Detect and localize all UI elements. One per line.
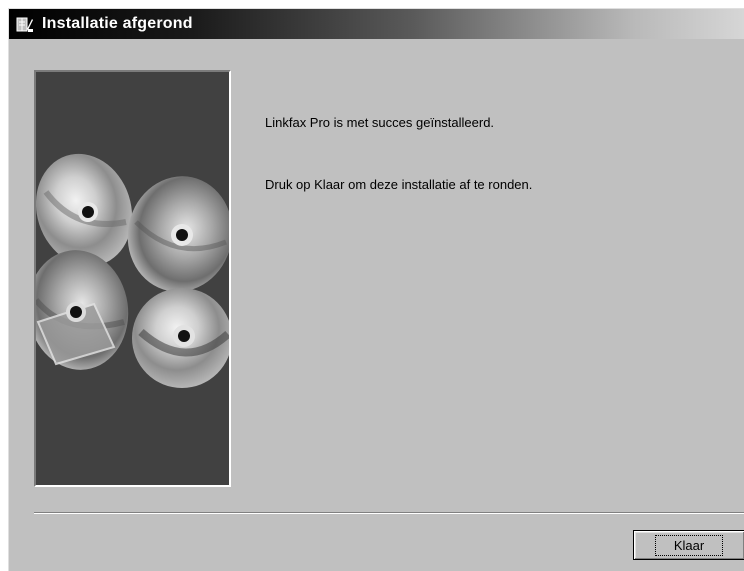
finish-instruction-message: Druk op Klaar om deze installatie af te …: [265, 177, 533, 192]
finish-button-label: Klaar: [654, 534, 724, 556]
finish-button[interactable]: Klaar: [633, 530, 744, 560]
footer-divider: [34, 512, 744, 514]
window-title: Installatie afgerond: [42, 15, 193, 32]
install-success-message: Linkfax Pro is met succes geïnstalleerd.: [265, 115, 495, 130]
title-bar[interactable]: Installatie afgerond: [9, 9, 744, 39]
side-panel-illustration: [34, 70, 231, 487]
setup-app-icon: [14, 13, 36, 35]
installer-dialog: Installatie afgerond Linkfax Pro is met …: [8, 8, 744, 571]
cd-discs-illustration: [36, 153, 229, 388]
